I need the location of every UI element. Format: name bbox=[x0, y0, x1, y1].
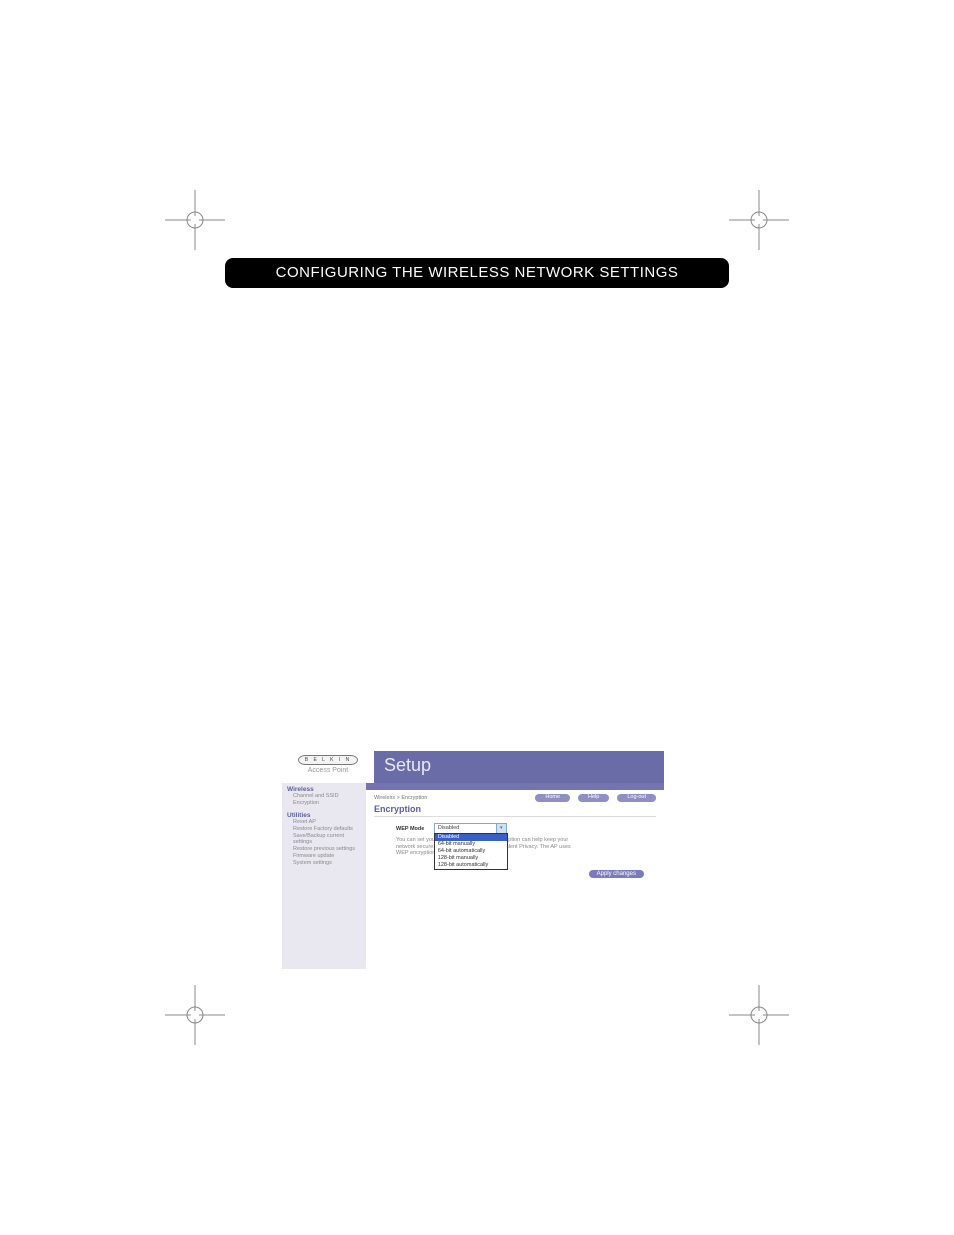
brand-subtitle: Access Point bbox=[282, 767, 374, 774]
sidebar-item-encryption[interactable]: Encryption bbox=[282, 800, 366, 807]
router-screenshot: B E L K I N Access Point Setup Wireless … bbox=[282, 751, 664, 969]
wep-mode-label: WEP Mode bbox=[396, 826, 432, 832]
wep-mode-select[interactable]: Disabled ▾ Disabled 64-bit manually 64-b… bbox=[434, 823, 507, 834]
dd-option-128-manual[interactable]: 128-bit manually bbox=[435, 855, 507, 862]
crop-mark-br bbox=[729, 985, 789, 1045]
home-button[interactable]: Home bbox=[535, 794, 570, 802]
setup-banner: Setup bbox=[374, 751, 664, 783]
crop-mark-bl bbox=[165, 985, 225, 1045]
sidebar-item-firmware[interactable]: Firmware update bbox=[282, 853, 366, 860]
content-top-strip bbox=[366, 783, 664, 790]
sidebar-item-channel[interactable]: Channel and SSID bbox=[282, 793, 366, 800]
sidebar-item-reset[interactable]: Reset AP bbox=[282, 819, 366, 826]
logout-button[interactable]: Log-out bbox=[617, 794, 656, 802]
page-title: CONFIGURING THE WIRELESS NETWORK SETTING… bbox=[225, 258, 729, 288]
dd-option-128-auto[interactable]: 128-bit automatically bbox=[435, 862, 507, 869]
sidebar-item-restore-prev[interactable]: Restore previous settings bbox=[282, 846, 366, 853]
sidebar-item-restore-factory[interactable]: Restore Factory defaults bbox=[282, 826, 366, 833]
crop-mark-tl bbox=[165, 190, 225, 250]
help-button[interactable]: Help bbox=[578, 794, 609, 802]
logo-block: B E L K I N Access Point bbox=[282, 751, 374, 783]
chevron-down-icon[interactable]: ▾ bbox=[496, 824, 506, 833]
section-heading: Encryption bbox=[374, 804, 656, 817]
apply-changes-button[interactable]: Apply changes bbox=[589, 870, 644, 878]
sidebar-item-system[interactable]: System settings bbox=[282, 860, 366, 867]
breadcrumb: Wireless > Encryption bbox=[374, 795, 427, 801]
sidebar-item-save-backup[interactable]: Save/Backup current settings bbox=[282, 833, 366, 847]
desc-line3: WEP encryption. bbox=[396, 850, 437, 856]
crop-mark-tr bbox=[729, 190, 789, 250]
dd-option-64-auto[interactable]: 64-bit automatically bbox=[435, 848, 507, 855]
select-value: Disabled bbox=[438, 825, 459, 831]
dd-option-64-manual[interactable]: 64-bit manually bbox=[435, 841, 507, 848]
dd-option-disabled[interactable]: Disabled bbox=[435, 834, 507, 841]
wep-mode-dropdown[interactable]: Disabled 64-bit manually 64-bit automati… bbox=[434, 833, 508, 871]
sidebar-heading-wireless[interactable]: Wireless bbox=[282, 785, 366, 793]
sidebar-heading-utilities[interactable]: Utilities bbox=[282, 811, 366, 819]
brand-logo: B E L K I N bbox=[298, 755, 359, 765]
sidebar: Wireless Channel and SSID Encryption Uti… bbox=[282, 783, 366, 969]
